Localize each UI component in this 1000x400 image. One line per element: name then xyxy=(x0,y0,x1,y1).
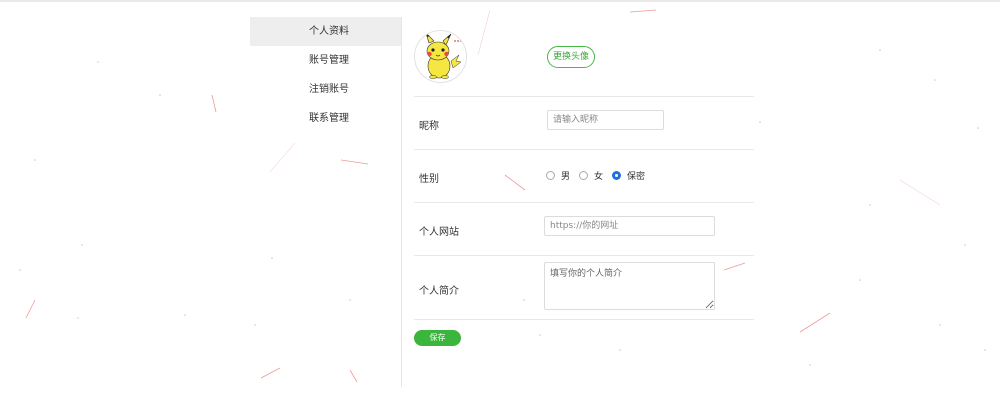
sidebar-item-label: 个人资料 xyxy=(309,26,349,37)
website-label: 个人网站 xyxy=(419,227,459,238)
website-input[interactable] xyxy=(544,216,715,236)
sidebar-item-profile[interactable]: 个人资料 xyxy=(250,17,401,46)
nickname-label: 昵称 xyxy=(419,121,439,132)
sidebar-item-label: 注销账号 xyxy=(309,84,349,95)
sidebar-item-deactivate[interactable]: 注销账号 xyxy=(250,75,401,104)
sidebar-item-label: 联系管理 xyxy=(309,113,349,124)
website-row: 个人网站 xyxy=(414,203,754,256)
bio-textarea[interactable] xyxy=(544,262,715,310)
gender-option-secret[interactable]: 保密 xyxy=(612,169,645,182)
gender-row: 性别 男 女 保密 xyxy=(414,150,754,203)
settings-sidebar: 个人资料 账号管理 注销账号 联系管理 xyxy=(250,17,402,387)
sidebar-item-account[interactable]: 账号管理 xyxy=(250,46,401,75)
avatar-row: 更换头像 xyxy=(414,20,754,97)
radio-label-female: 女 xyxy=(594,172,604,182)
save-row: 保存 xyxy=(414,320,754,360)
profile-form: 更换头像 昵称 性别 男 女 保密 个人网站 个人简介 xyxy=(414,20,754,360)
radio-female[interactable] xyxy=(579,171,589,180)
save-button[interactable]: 保存 xyxy=(414,330,461,346)
radio-label-male: 男 xyxy=(561,172,571,182)
sidebar-item-contacts[interactable]: 联系管理 xyxy=(250,104,401,133)
nickname-input[interactable] xyxy=(547,110,664,130)
bio-label: 个人简介 xyxy=(419,286,459,297)
gender-option-male[interactable]: 男 xyxy=(546,169,570,182)
change-avatar-button[interactable]: 更换头像 xyxy=(547,46,596,68)
bio-row: 个人简介 xyxy=(414,256,754,320)
radio-label-secret: 保密 xyxy=(627,172,646,182)
gender-radio-group: 男 女 保密 xyxy=(546,169,654,182)
gender-option-female[interactable]: 女 xyxy=(579,169,603,182)
sidebar-item-label: 账号管理 xyxy=(309,55,349,66)
pikachu-avatar-icon[interactable] xyxy=(414,30,467,83)
gender-label: 性别 xyxy=(419,174,439,185)
nickname-row: 昵称 xyxy=(414,97,754,150)
radio-male[interactable] xyxy=(546,171,555,180)
radio-secret[interactable] xyxy=(612,171,622,180)
